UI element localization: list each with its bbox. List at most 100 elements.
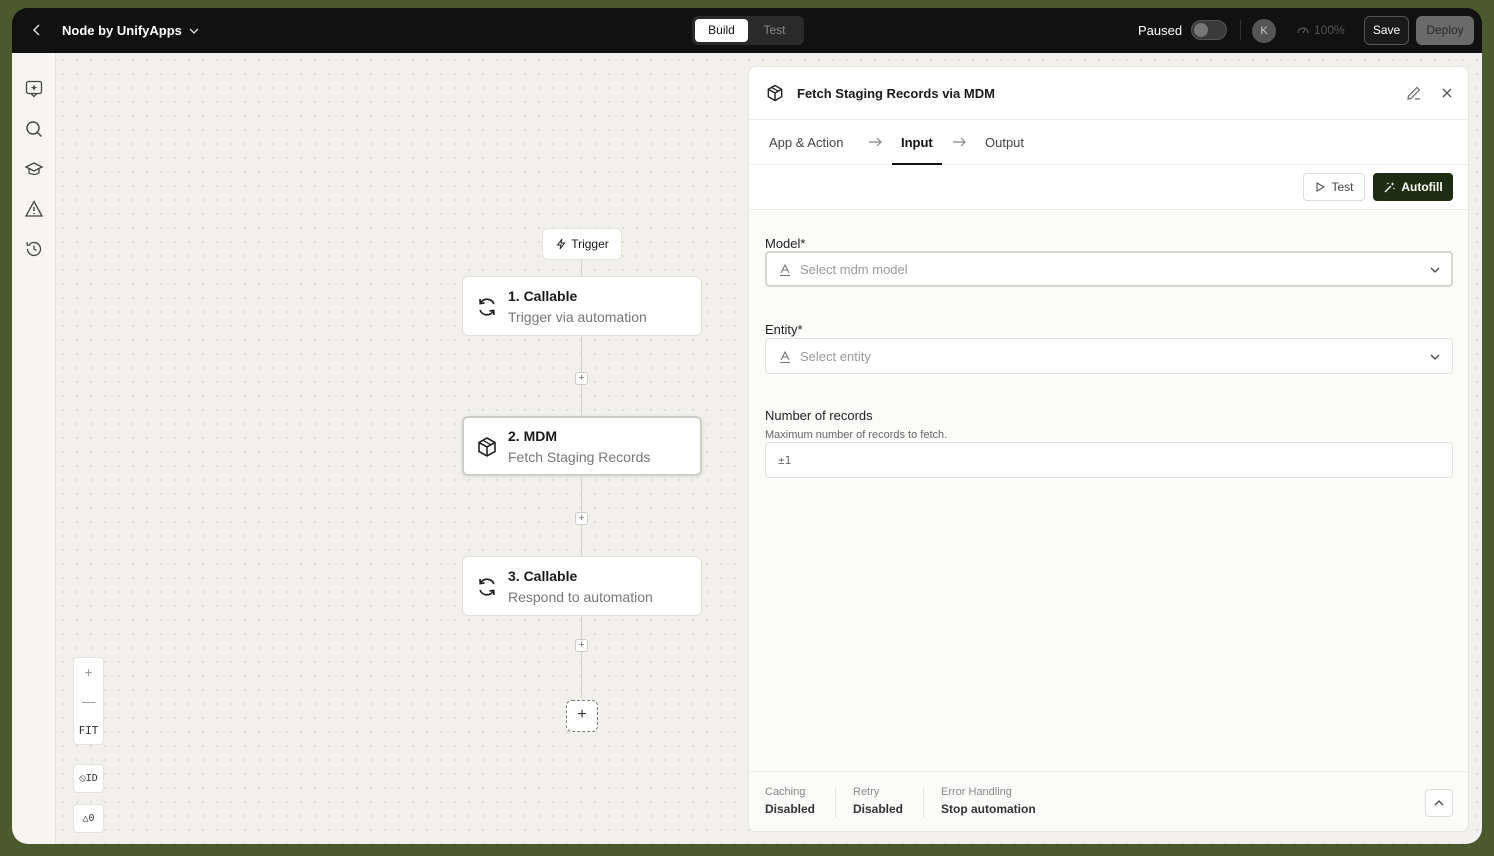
gauge-icon	[1297, 27, 1309, 34]
connector	[581, 616, 582, 700]
zoom-readout: 100%	[1296, 23, 1345, 37]
app-title[interactable]: Node by UnifyApps	[62, 23, 200, 38]
app-title-text: Node by UnifyApps	[62, 23, 182, 38]
refresh-icon	[475, 295, 499, 319]
arrow-right-icon	[867, 134, 883, 150]
box-icon	[765, 83, 785, 103]
fit-view-button[interactable]: FIT	[74, 716, 103, 745]
id-toggle-label: ID	[85, 773, 98, 784]
caching-label: Caching	[765, 786, 806, 798]
workflow-node-callable-1[interactable]: 1. Callable Trigger via automation	[462, 276, 702, 336]
divider	[923, 788, 924, 818]
panel-title: Fetch Staging Records via MDM	[797, 86, 995, 101]
model-select[interactable]: Select mdm model	[765, 251, 1453, 287]
connector	[581, 260, 582, 276]
add-final-step-button[interactable]: +	[566, 700, 598, 732]
box-icon	[475, 435, 499, 459]
add-step-button[interactable]: +	[575, 372, 588, 385]
entity-label: Entity*	[765, 322, 803, 337]
tab-app-action[interactable]: App & Action	[769, 135, 843, 150]
paused-toggle[interactable]	[1191, 20, 1227, 40]
close-icon[interactable]	[1439, 85, 1455, 101]
caching-setting[interactable]: Caching Disabled	[765, 786, 815, 816]
node-subtitle: Respond to automation	[508, 589, 653, 605]
warning-icon[interactable]	[24, 199, 44, 219]
entity-placeholder: Select entity	[800, 349, 871, 364]
left-rail	[12, 53, 56, 844]
add-step-button[interactable]: +	[575, 512, 588, 525]
trigger-label: Trigger	[571, 237, 609, 251]
warnings-button[interactable]: △0	[73, 804, 104, 833]
zoom-out-button[interactable]: —	[74, 687, 103, 716]
node-title: 1. Callable	[508, 288, 578, 304]
mode-toggle: Build Test	[692, 16, 804, 45]
retry-label: Retry	[853, 786, 880, 798]
step-config-panel: Fetch Staging Records via MDM App & Acti…	[748, 66, 1469, 832]
caching-value: Disabled	[765, 802, 816, 816]
ai-chat-icon[interactable]	[24, 79, 44, 99]
warnings-count: 0	[88, 813, 95, 824]
tab-test[interactable]: Test	[748, 19, 801, 42]
tab-input[interactable]: Input	[901, 135, 933, 150]
chevron-up-icon	[1434, 800, 1444, 806]
entity-select[interactable]: Select entity	[765, 338, 1453, 374]
number-type-icon: ±1	[778, 454, 792, 467]
text-type-icon	[778, 263, 792, 277]
zoom-value: 100%	[1314, 23, 1345, 37]
retry-value: Disabled	[853, 802, 904, 816]
panel-tabs: App & Action Input Output	[749, 120, 1468, 165]
lightning-icon	[556, 238, 566, 250]
test-label: Test	[1331, 180, 1354, 194]
deploy-button[interactable]: Deploy	[1416, 16, 1474, 45]
text-type-icon	[778, 350, 792, 364]
paused-label: Paused	[1138, 23, 1183, 38]
add-step-button[interactable]: +	[575, 639, 588, 652]
trigger-chip[interactable]: Trigger	[542, 228, 622, 260]
records-input[interactable]: ±1	[765, 442, 1453, 478]
test-step-button[interactable]: Test	[1303, 173, 1365, 201]
model-placeholder: Select mdm model	[800, 262, 908, 277]
id-toggle-button[interactable]: ⦸ID	[73, 764, 104, 793]
divider	[835, 788, 836, 818]
panel-header: Fetch Staging Records via MDM	[749, 67, 1468, 120]
autofill-button[interactable]: Autofill	[1373, 173, 1453, 201]
panel-actions: Test Autofill	[749, 165, 1468, 210]
zoom-in-button[interactable]: +	[74, 658, 103, 687]
refresh-icon	[475, 575, 499, 599]
retry-setting[interactable]: Retry Disabled	[853, 786, 903, 816]
top-bar: Node by UnifyApps Build Test Paused K 10…	[12, 8, 1482, 53]
node-subtitle: Trigger via automation	[508, 309, 647, 325]
expand-footer-button[interactable]	[1425, 789, 1453, 817]
error-label: Error Handling	[941, 786, 1012, 798]
history-icon[interactable]	[24, 239, 44, 259]
chevron-down-icon	[1428, 350, 1442, 364]
toggle-knob	[1194, 23, 1208, 37]
error-value: Stop automation	[941, 802, 1036, 816]
tab-output[interactable]: Output	[985, 135, 1024, 150]
panel-footer: Caching Disabled Retry Disabled Error Ha…	[749, 771, 1468, 831]
play-icon	[1316, 182, 1326, 192]
records-hint: Maximum number of records to fetch.	[765, 429, 948, 441]
node-title: 3. Callable	[508, 568, 578, 584]
save-button[interactable]: Save	[1364, 16, 1409, 45]
records-label: Number of records	[765, 408, 873, 423]
learn-icon[interactable]	[24, 159, 44, 179]
workflow-node-callable-3[interactable]: 3. Callable Respond to automation	[462, 556, 702, 616]
autofill-label: Autofill	[1401, 180, 1443, 194]
zoom-controls: + — FIT	[73, 657, 104, 745]
node-subtitle: Fetch Staging Records	[508, 449, 651, 465]
node-title: 2. MDM	[508, 428, 557, 444]
model-label: Model*	[765, 236, 806, 251]
tab-build[interactable]: Build	[695, 19, 748, 42]
error-handling-setting[interactable]: Error Handling Stop automation	[941, 786, 1036, 816]
edit-icon[interactable]	[1405, 84, 1423, 102]
back-icon[interactable]	[28, 21, 46, 39]
divider	[1240, 20, 1241, 40]
chevron-down-icon	[189, 28, 199, 34]
app-window: Node by UnifyApps Build Test Paused K 10…	[12, 8, 1482, 844]
search-icon[interactable]	[24, 119, 44, 139]
arrow-right-icon	[951, 134, 967, 150]
avatar[interactable]: K	[1252, 19, 1276, 43]
workflow-node-mdm[interactable]: 2. MDM Fetch Staging Records	[462, 416, 702, 476]
magic-wand-icon	[1384, 181, 1396, 192]
